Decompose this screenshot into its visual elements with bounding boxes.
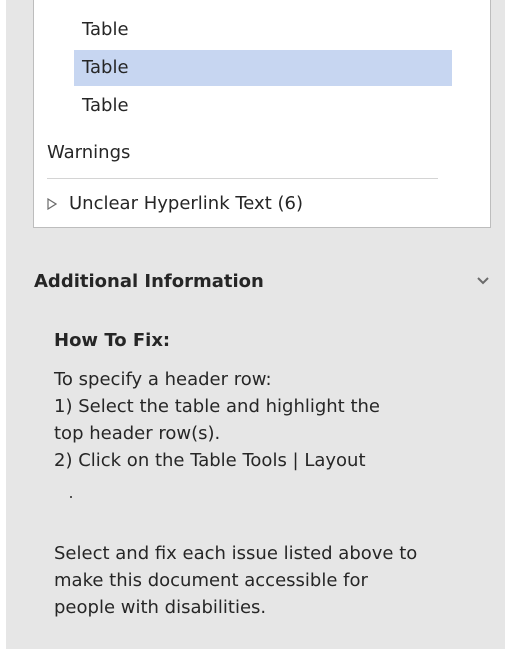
truncated-text-fragment [70,496,72,498]
footer-line: people with disabilities. [54,597,267,618]
inspection-results-list[interactable]: Table Table Table Warnings Unclear Hyper… [33,0,491,228]
chevron-down-icon[interactable] [476,276,490,286]
how-to-fix-instructions: To specify a header row: 1) Select the t… [54,366,474,474]
warnings-category-label: Warnings [47,142,131,163]
result-item-table-2[interactable]: Table [74,50,452,86]
expand-triangle-icon[interactable] [47,198,57,210]
how-to-fix-line: To specify a header row: [54,369,272,390]
how-to-fix-heading: How To Fix: [54,330,171,351]
warning-group-label: Unclear Hyperlink Text (6) [69,193,303,214]
result-item-table-3[interactable]: Table [74,88,452,124]
additional-information-header[interactable]: Additional Information [34,266,494,296]
accessibility-footer-note: Select and fix each issue listed above t… [54,540,504,621]
additional-information-title: Additional Information [34,270,264,292]
result-item-table-1[interactable]: Table [74,12,452,48]
how-to-fix-line: 1) Select the table and highlight the [54,396,381,417]
how-to-fix-line: top header row(s). [54,423,221,444]
warnings-divider [47,178,438,179]
how-to-fix-line: 2) Click on the Table Tools | Layout [54,450,366,471]
footer-line: make this document accessible for [54,570,368,591]
warning-group-unclear-hyperlink[interactable]: Unclear Hyperlink Text (6) [47,186,303,222]
footer-line: Select and fix each issue listed above t… [54,543,418,564]
accessibility-checker-pane: Table Table Table Warnings Unclear Hyper… [0,0,505,649]
